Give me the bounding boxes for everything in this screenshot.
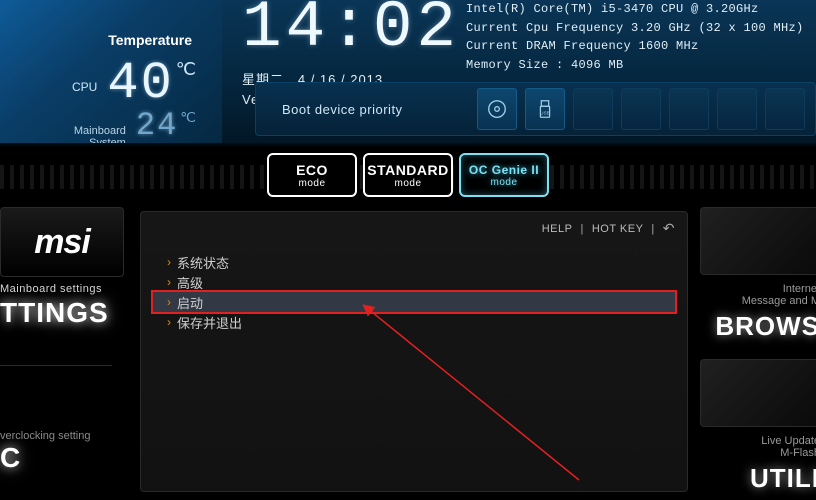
settings-menu-list: › 系统状态 › 高级 › 启动 › 保存并退出 xyxy=(155,252,673,332)
settings-heading: TTINGS xyxy=(0,297,130,329)
boot-device-usb-icon[interactable]: USB xyxy=(525,88,565,130)
boot-device-slot[interactable] xyxy=(765,88,805,130)
oc-heading-partial: C xyxy=(0,442,130,474)
utilities-heading: UTILI xyxy=(750,463,816,494)
menu-item-label: 保存并退出 xyxy=(177,313,242,332)
boot-priority-label: Boot device priority xyxy=(282,102,403,117)
temperature-panel: Temperature CPU 40 ℃ Mainboard System 24… xyxy=(0,0,222,147)
memory-size: Memory Size : 4096 MB xyxy=(466,56,806,75)
chevron-icon: › xyxy=(167,275,171,289)
chevron-icon: › xyxy=(167,255,171,269)
boot-device-slot[interactable] xyxy=(717,88,757,130)
mainboard-temp-label: Mainboard System xyxy=(74,125,126,149)
content-area: msi Mainboard settings TTINGS verclockin… xyxy=(0,203,816,500)
cpu-model: Intel(R) Core(TM) i5-3470 CPU @ 3.20GHz xyxy=(466,0,806,19)
system-info: Intel(R) Core(TM) i5-3470 CPU @ 3.20GHz … xyxy=(466,0,806,74)
divider xyxy=(0,365,112,366)
oc-genie-mode-button[interactable]: OC Genie IImode xyxy=(459,153,549,197)
chevron-icon: › xyxy=(167,315,171,329)
eco-mode-button[interactable]: ECOmode xyxy=(267,153,357,197)
help-bar: HELP | HOT KEY | ↶ xyxy=(542,220,675,237)
cpu-temp-unit: ℃ xyxy=(176,59,196,80)
undo-icon[interactable]: ↶ xyxy=(663,220,675,237)
browser-tile[interactable] xyxy=(700,207,816,275)
menu-item-label: 系统状态 xyxy=(177,253,229,272)
hotkey-link[interactable]: HOT KEY xyxy=(592,223,644,235)
standard-mode-button[interactable]: STANDARDmode xyxy=(363,153,453,197)
menu-item-label: 高级 xyxy=(177,273,203,292)
menu-item-label: 启动 xyxy=(177,293,203,312)
svg-text:USB: USB xyxy=(540,111,549,116)
help-link[interactable]: HELP xyxy=(542,223,573,235)
settings-caption: Mainboard settings xyxy=(0,283,130,295)
menu-item-1[interactable]: › 高级 xyxy=(155,272,673,292)
left-sidebar: msi Mainboard settings TTINGS verclockin… xyxy=(0,203,130,500)
utilities-tile[interactable] xyxy=(700,359,816,427)
boot-device-slot[interactable] xyxy=(621,88,661,130)
chevron-icon: › xyxy=(167,295,171,309)
boot-device-disc-icon[interactable] xyxy=(477,88,517,130)
mainboard-temp-unit: ℃ xyxy=(180,109,196,126)
oc-caption: verclocking setting xyxy=(0,430,130,442)
mode-buttons-row: ECOmode STANDARDmode OC Genie IImode xyxy=(0,147,816,203)
temperature-title: Temperature xyxy=(0,32,192,48)
cpu-temp-label: CPU xyxy=(72,80,97,94)
cpu-frequency: Current Cpu Frequency 3.20 GHz (32 x 100… xyxy=(466,19,806,38)
browser-heading: BROWS xyxy=(715,311,816,342)
dram-frequency: Current DRAM Frequency 1600 MHz xyxy=(466,37,806,56)
menu-item-0[interactable]: › 系统状态 xyxy=(155,252,673,272)
utilities-caption: Live UpdateM-Flash xyxy=(700,435,816,459)
msi-logo[interactable]: msi xyxy=(0,207,124,277)
boot-device-slot[interactable] xyxy=(669,88,709,130)
main-menu-panel: HELP | HOT KEY | ↶ › 系统状态 › 高级 › 启动 › 保存并退出 xyxy=(140,211,688,492)
mainboard-temp-value: 24 xyxy=(136,110,178,142)
boot-device-priority-strip: Boot device priority USB xyxy=(255,82,816,136)
boot-device-slot[interactable] xyxy=(573,88,613,130)
menu-item-3[interactable]: › 保存并退出 xyxy=(155,312,673,332)
browser-caption: InternetMessage and M xyxy=(700,283,816,307)
menu-item-2[interactable]: › 启动 xyxy=(153,292,675,312)
right-sidebar: InternetMessage and M BROWS Live UpdateM… xyxy=(698,203,816,500)
cpu-temp-value: 40 xyxy=(107,58,173,110)
bios-header: Temperature CPU 40 ℃ Mainboard System 24… xyxy=(0,0,816,147)
